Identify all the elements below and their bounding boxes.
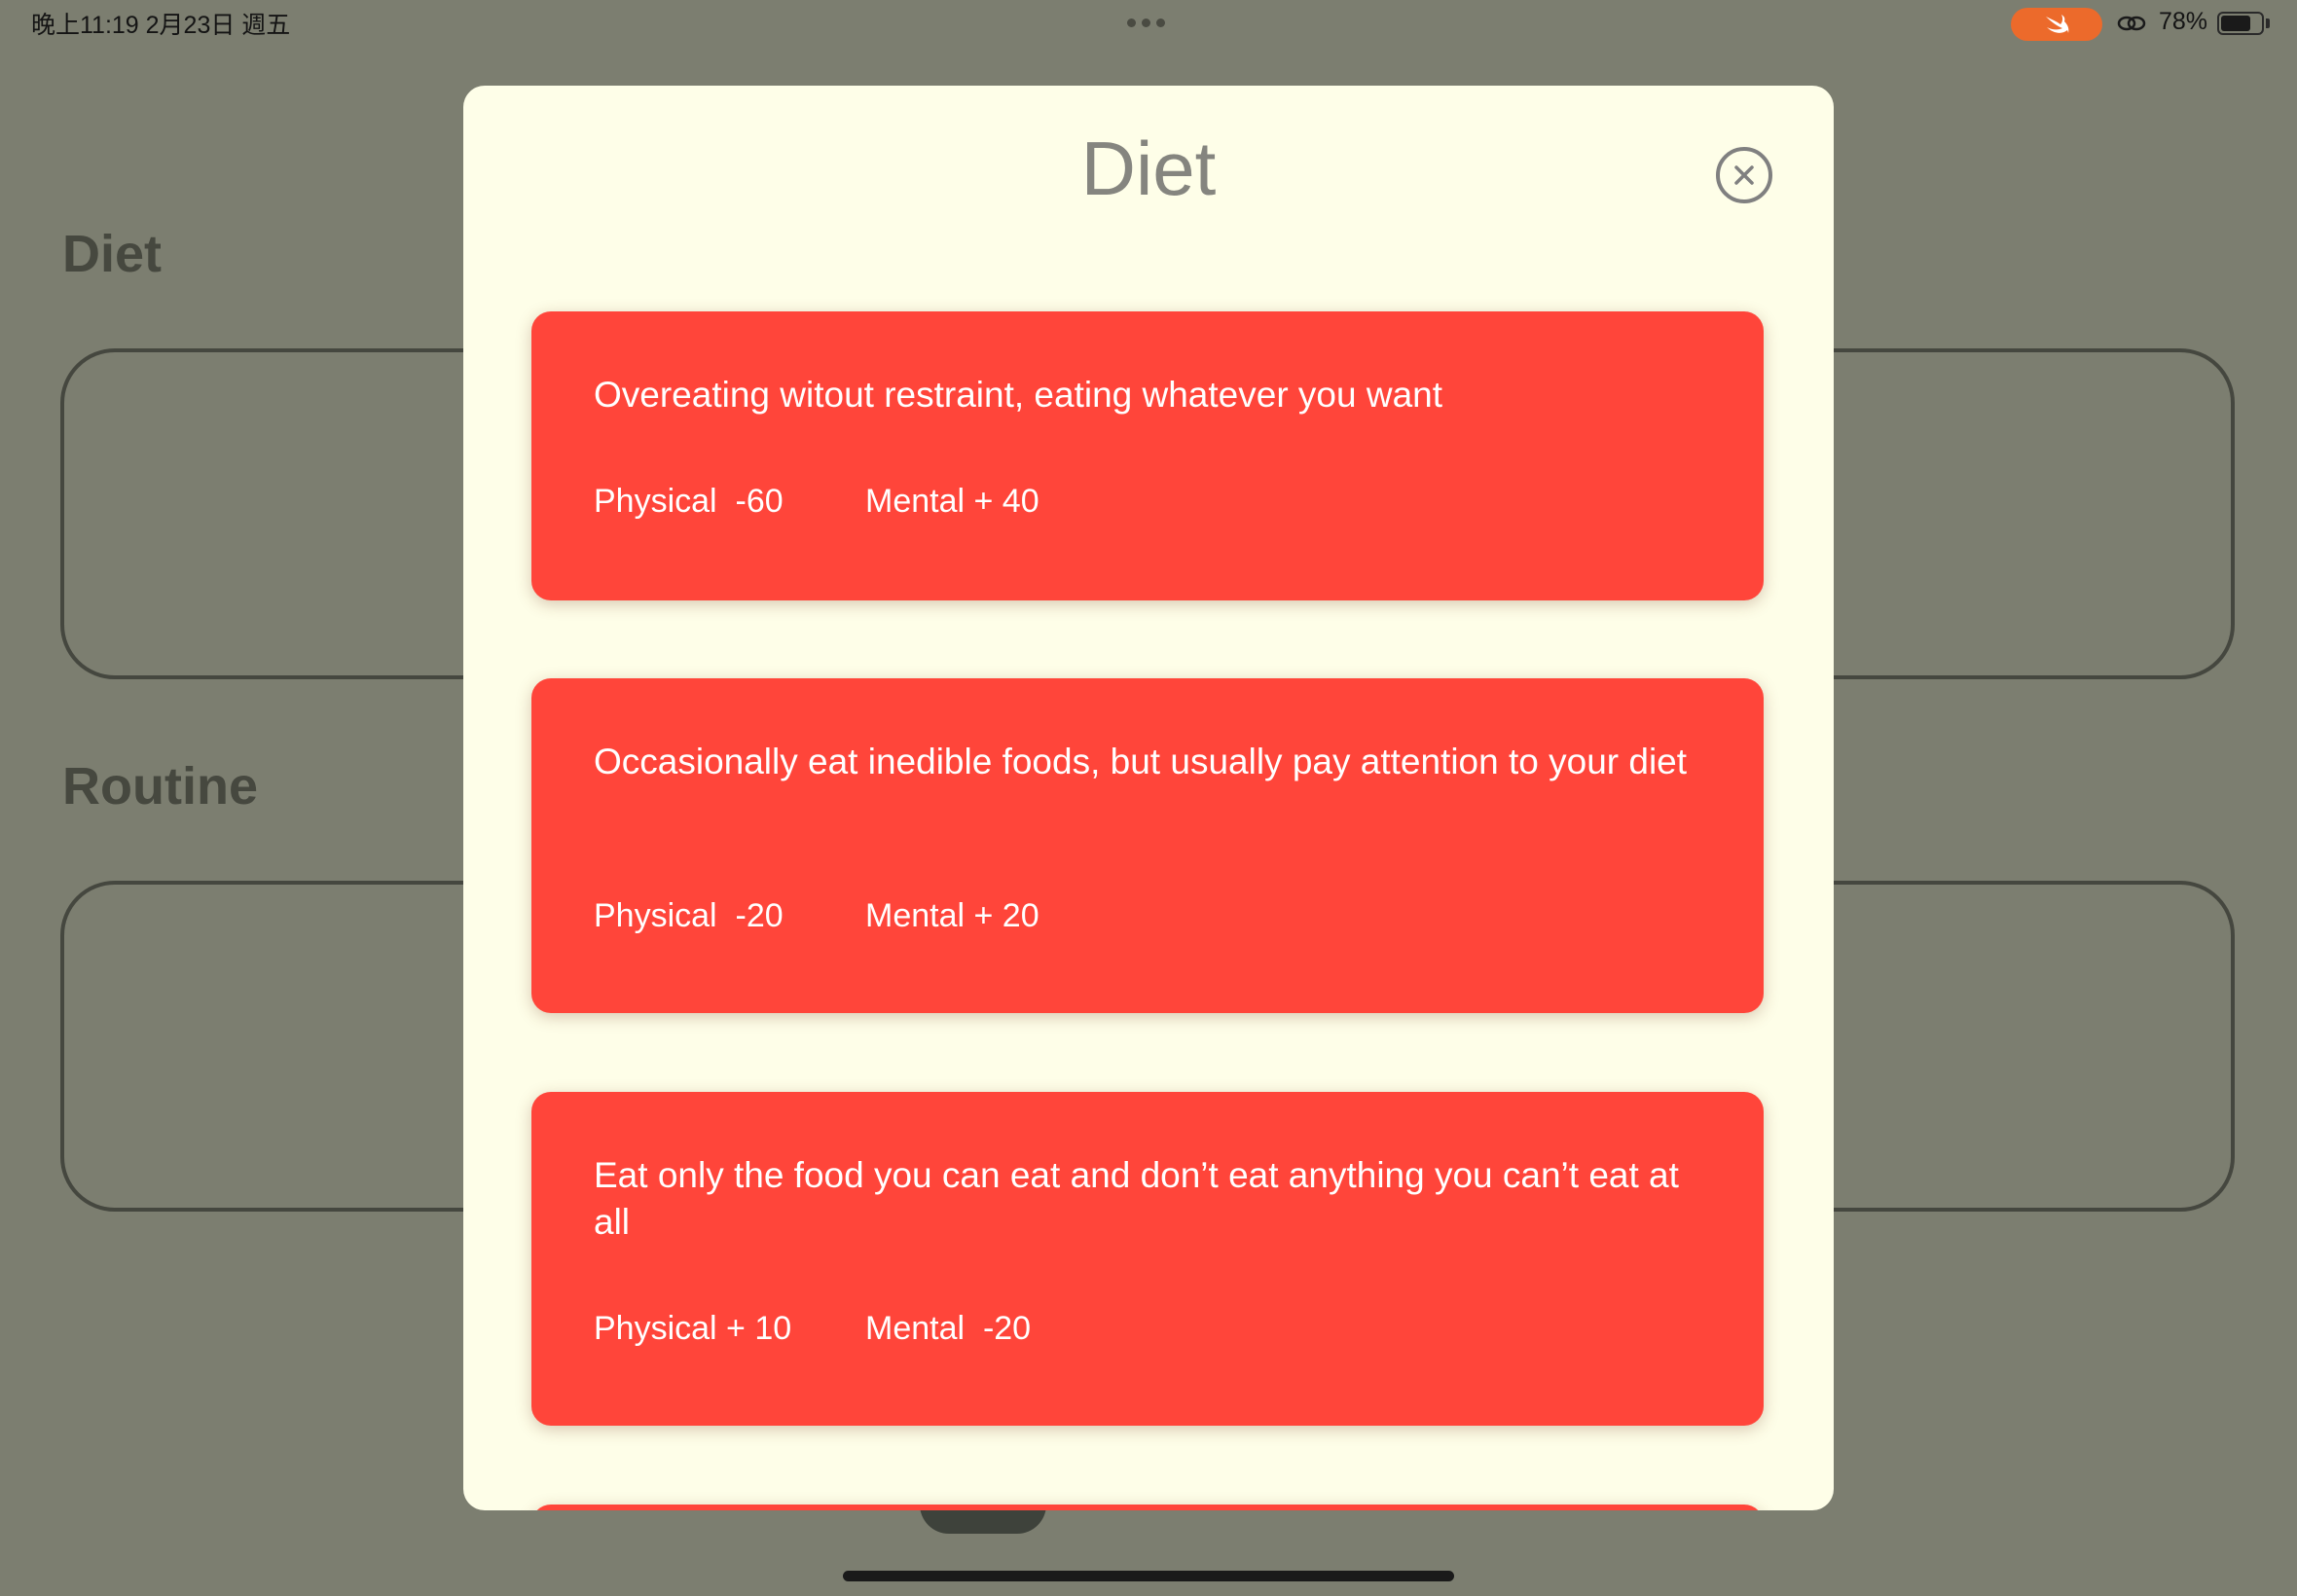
close-icon (1734, 165, 1754, 185)
battery-percentage: 78% (2159, 8, 2208, 35)
option-stats: Physical -60 Mental + 40 (594, 483, 1039, 521)
mental-effect: Mental + 20 (865, 897, 1039, 934)
diet-option-card[interactable]: Eat only the food you can eat and don’t … (531, 1092, 1764, 1426)
mental-effect: Mental + 40 (865, 483, 1039, 520)
diet-option-card[interactable]: Overeating witout restraint, eating what… (531, 311, 1764, 600)
status-time: 晚上11:19 2月23日 週五 (31, 12, 291, 39)
modal-title: Diet (1080, 126, 1217, 211)
ellipsis-icon[interactable] (1127, 18, 1165, 27)
physical-effect: Physical -20 (594, 897, 784, 934)
section-title-routine: Routine (62, 757, 258, 816)
battery-tip (2266, 18, 2270, 28)
physical-effect: Physical + 10 (594, 1310, 792, 1347)
option-stats: Physical -20 Mental + 20 (594, 897, 1039, 935)
physical-effect: Physical -60 (594, 483, 784, 520)
mental-effect: Mental -20 (865, 1310, 1032, 1347)
option-stats: Physical + 10 Mental -20 (594, 1310, 1031, 1348)
link-icon (2117, 12, 2146, 40)
diet-modal: Diet Overeating witout restraint, eating… (463, 86, 1834, 1510)
swift-icon[interactable] (2011, 8, 2102, 41)
close-button[interactable] (1716, 147, 1772, 203)
section-title-diet: Diet (62, 225, 163, 283)
diet-option-card[interactable]: Occasionally eat inedible foods, but usu… (531, 678, 1764, 1013)
diet-option-card-partial[interactable] (531, 1505, 1764, 1510)
option-description: Eat only the food you can eat and don’t … (594, 1155, 1679, 1242)
home-indicator[interactable] (843, 1571, 1454, 1581)
option-description: Occasionally eat inedible foods, but usu… (594, 742, 1688, 781)
status-bar: 晚上11:19 2月23日 週五 78% (0, 0, 2297, 47)
battery-icon (2217, 12, 2264, 35)
option-description: Overeating witout restraint, eating what… (594, 375, 1443, 415)
